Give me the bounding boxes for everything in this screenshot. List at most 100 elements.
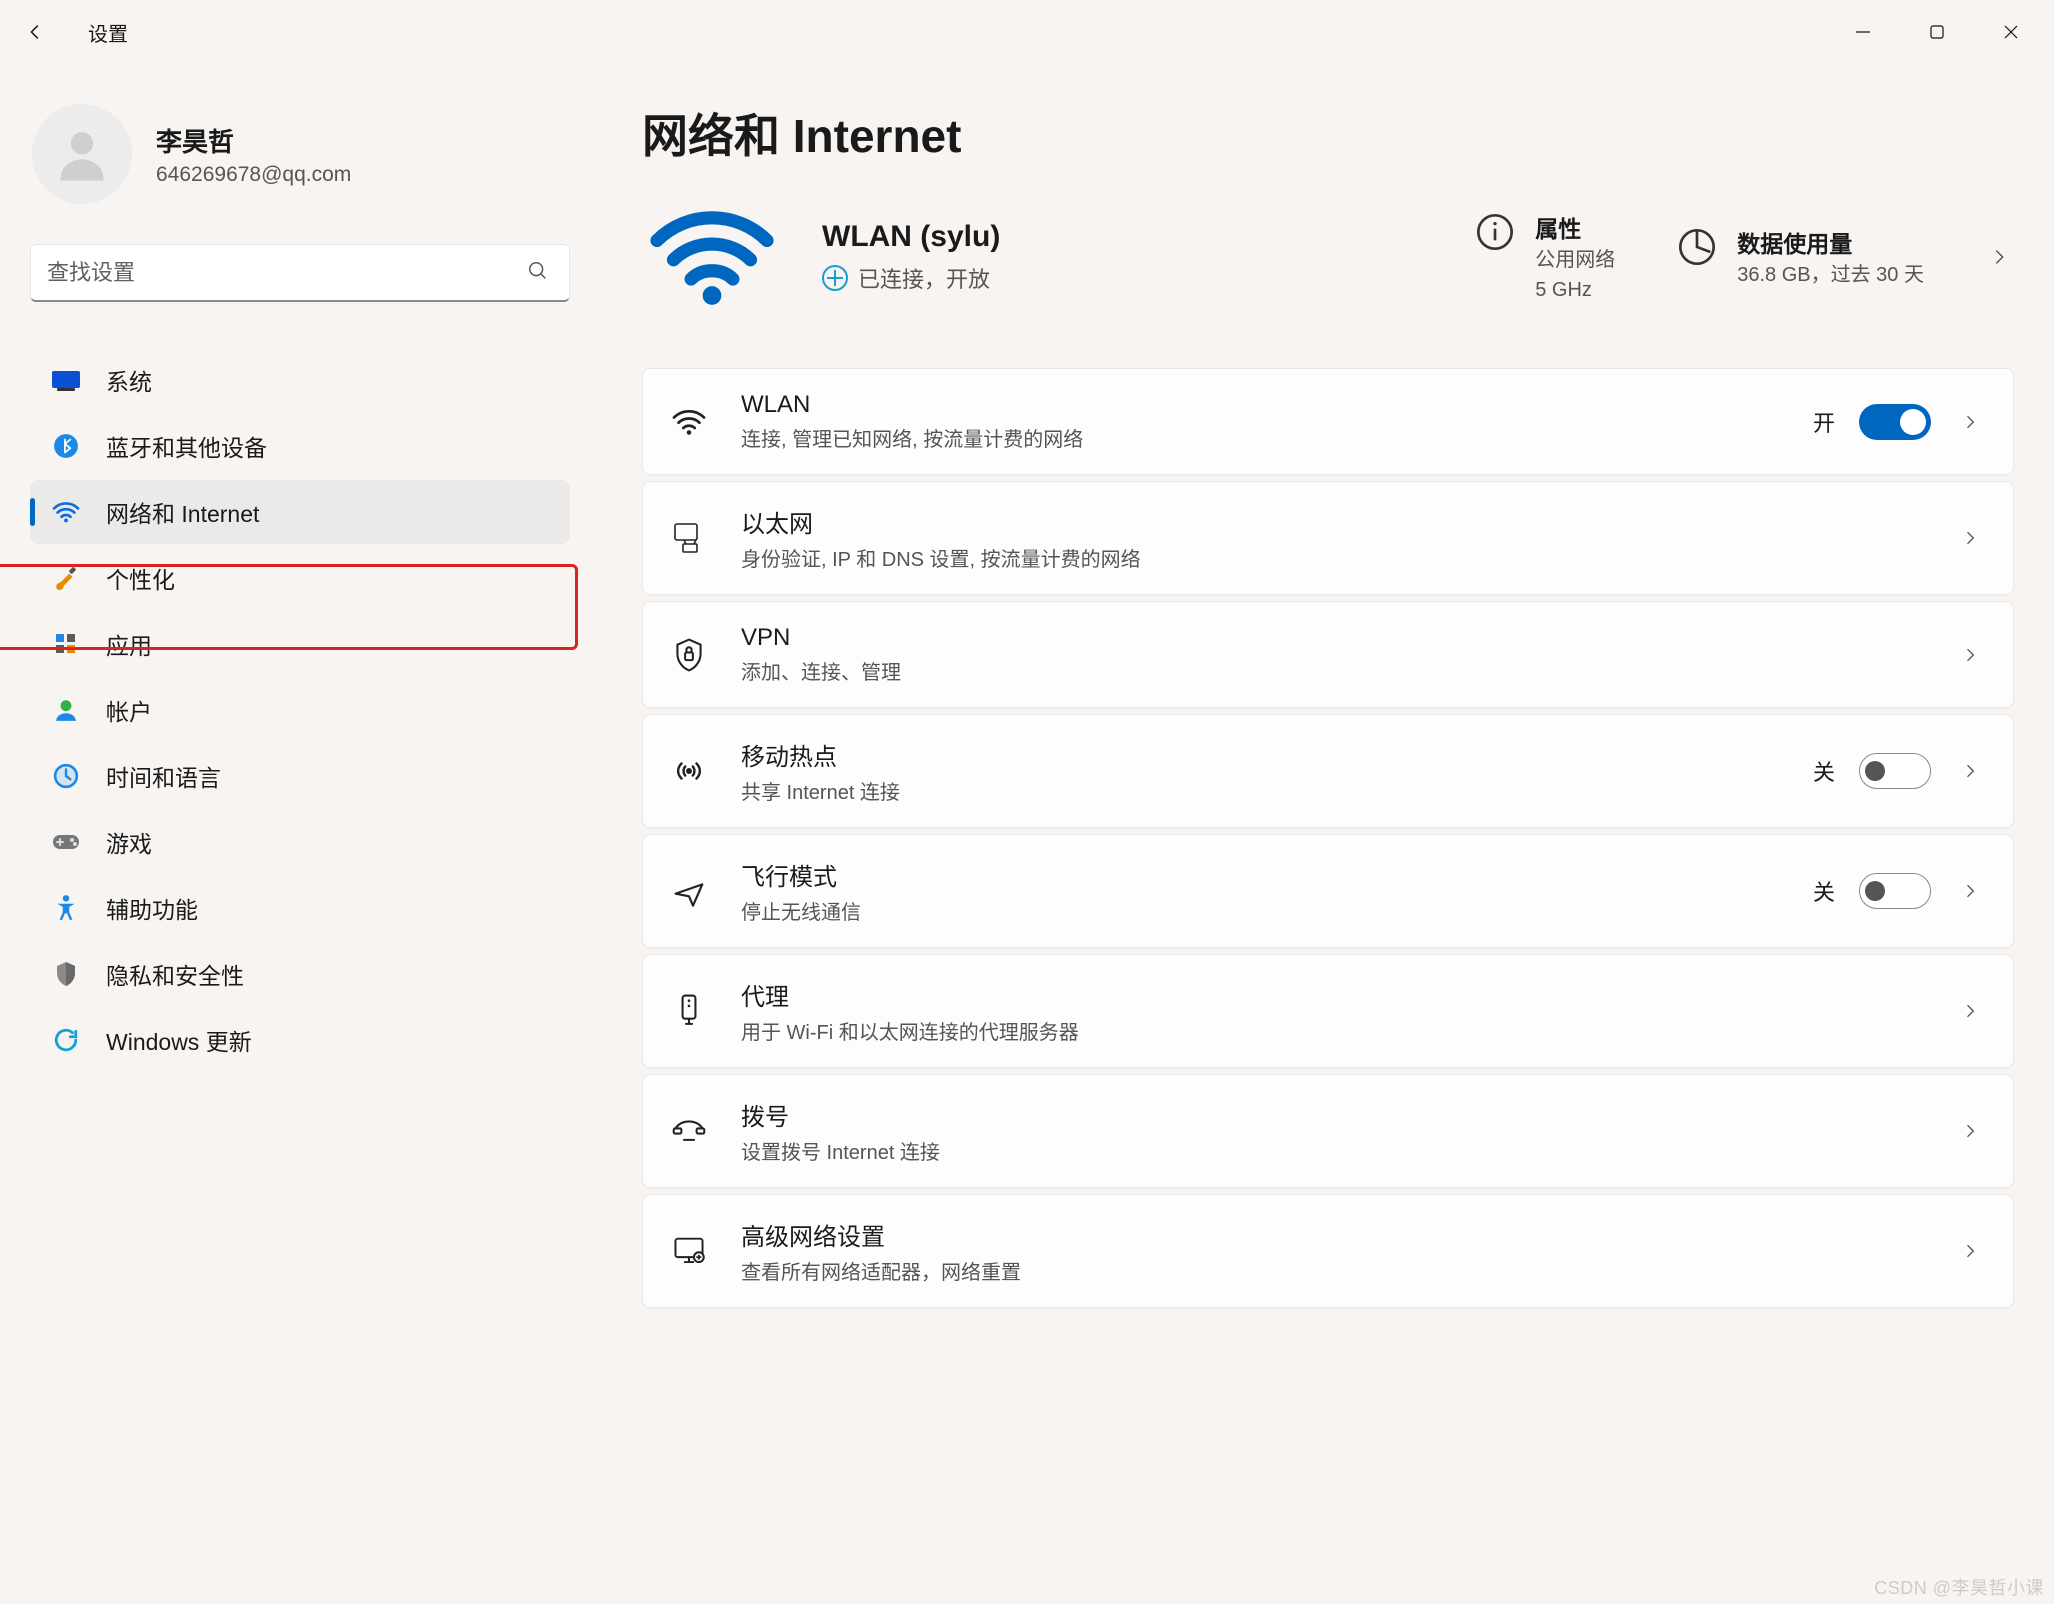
card-title: 飞行模式	[741, 857, 861, 892]
card-sub: 用于 Wi-Fi 和以太网连接的代理服务器	[741, 1016, 1079, 1045]
toggle-label: 关	[1813, 755, 1835, 787]
card-advanced-network[interactable]: 高级网络设置 查看所有网络适配器，网络重置	[642, 1194, 2014, 1308]
sidebar-item-system[interactable]: 系统	[30, 348, 570, 412]
search-field[interactable]	[47, 260, 527, 286]
card-airplane[interactable]: 飞行模式 停止无线通信 关	[642, 834, 2014, 948]
sidebar-item-label: 系统	[106, 363, 152, 397]
system-icon	[50, 364, 82, 396]
airplane-toggle[interactable]	[1859, 873, 1931, 909]
sidebar-item-update[interactable]: Windows 更新	[30, 1008, 570, 1072]
card-title: WLAN	[741, 391, 1083, 419]
network-properties[interactable]: 属性 公用网络 5 GHz	[1473, 210, 1615, 304]
sidebar-item-label: Windows 更新	[106, 1023, 252, 1057]
close-button[interactable]	[1974, 8, 2048, 56]
card-sub: 连接, 管理已知网络, 按流量计费的网络	[741, 423, 1083, 452]
properties-sub2: 5 GHz	[1535, 276, 1615, 304]
privacy-icon	[50, 958, 82, 990]
proxy-icon	[665, 987, 713, 1035]
sidebar-item-label: 个性化	[106, 561, 175, 595]
chevron-right-icon	[1955, 996, 1985, 1026]
sidebar-item-gaming[interactable]: 游戏	[30, 810, 570, 874]
card-sub: 停止无线通信	[741, 896, 861, 925]
vpn-icon	[665, 631, 713, 679]
update-icon	[50, 1024, 82, 1056]
accounts-icon	[50, 694, 82, 726]
wlan-toggle[interactable]	[1859, 404, 1931, 440]
card-wlan[interactable]: WLAN 连接, 管理已知网络, 按流量计费的网络 开	[642, 368, 2014, 475]
sidebar-item-network[interactable]: 网络和 Internet	[30, 480, 570, 544]
card-sub: 身份验证, IP 和 DNS 设置, 按流量计费的网络	[741, 543, 1141, 572]
card-ethernet[interactable]: 以太网 身份验证, IP 和 DNS 设置, 按流量计费的网络	[642, 481, 2014, 595]
card-sub: 设置拨号 Internet 连接	[741, 1136, 940, 1165]
chevron-right-icon	[1955, 1236, 1985, 1266]
data-usage-icon	[1675, 225, 1719, 269]
card-sub: 查看所有网络适配器，网络重置	[741, 1256, 1021, 1285]
maximize-button[interactable]	[1900, 8, 1974, 56]
wifi-big-icon	[642, 202, 782, 312]
airplane-icon	[665, 867, 713, 915]
gaming-icon	[50, 826, 82, 858]
chevron-right-icon	[1955, 640, 1985, 670]
card-title: 移动热点	[741, 737, 900, 772]
sidebar-item-label: 网络和 Internet	[106, 495, 259, 529]
data-usage-label: 数据使用量	[1737, 225, 1924, 259]
hotspot-icon	[665, 747, 713, 795]
data-usage[interactable]: 数据使用量 36.8 GB，过去 30 天	[1675, 225, 1924, 289]
wifi-status: 已连接，开放	[858, 262, 990, 294]
accessibility-icon	[50, 892, 82, 924]
sidebar-item-accessibility[interactable]: 辅助功能	[30, 876, 570, 940]
chevron-right-icon	[1955, 756, 1985, 786]
card-hotspot[interactable]: 移动热点 共享 Internet 连接 关	[642, 714, 2014, 828]
avatar	[32, 104, 132, 204]
minimize-button[interactable]	[1826, 8, 1900, 56]
sidebar-item-personalization[interactable]: 个性化	[30, 546, 570, 610]
sidebar-item-label: 应用	[106, 627, 152, 661]
card-title: 高级网络设置	[741, 1217, 1021, 1252]
user-email: 646269678@qq.com	[156, 163, 351, 187]
toggle-label: 开	[1813, 406, 1835, 438]
hotspot-toggle[interactable]	[1859, 753, 1931, 789]
sidebar-item-privacy[interactable]: 隐私和安全性	[30, 942, 570, 1006]
card-title: 代理	[741, 977, 1079, 1012]
properties-label: 属性	[1535, 210, 1615, 244]
sidebar-item-bluetooth[interactable]: 蓝牙和其他设备	[30, 414, 570, 478]
search-icon	[527, 260, 553, 286]
sidebar-item-label: 隐私和安全性	[106, 957, 244, 991]
advanced-network-icon	[665, 1227, 713, 1275]
watermark: CSDN @李昊哲小课	[1874, 1574, 2044, 1600]
globe-icon	[822, 265, 848, 291]
card-proxy[interactable]: 代理 用于 Wi-Fi 和以太网连接的代理服务器	[642, 954, 2014, 1068]
card-vpn[interactable]: VPN 添加、连接、管理	[642, 601, 2014, 708]
sidebar-item-label: 时间和语言	[106, 759, 221, 793]
sidebar-item-label: 游戏	[106, 825, 152, 859]
toggle-label: 关	[1813, 875, 1835, 907]
chevron-right-icon	[1955, 1116, 1985, 1146]
wifi-icon	[665, 398, 713, 446]
wifi-ssid: WLAN (sylu)	[822, 220, 1000, 254]
sidebar-item-label: 辅助功能	[106, 891, 198, 925]
chevron-right-icon	[1955, 407, 1985, 437]
sidebar-item-accounts[interactable]: 帐户	[30, 678, 570, 742]
user-profile[interactable]: 李昊哲 646269678@qq.com	[30, 104, 590, 204]
chevron-right-icon	[1955, 523, 1985, 553]
time-language-icon	[50, 760, 82, 792]
wifi-icon	[50, 496, 82, 528]
dialup-icon	[665, 1107, 713, 1155]
card-title: 拨号	[741, 1097, 940, 1132]
apps-icon	[50, 628, 82, 660]
sidebar-item-label: 帐户	[106, 693, 152, 727]
card-title: 以太网	[741, 504, 1141, 539]
sidebar-item-apps[interactable]: 应用	[30, 612, 570, 676]
back-button[interactable]	[20, 16, 52, 48]
hero-chevron-right-icon[interactable]	[1984, 242, 2014, 272]
ethernet-icon	[665, 514, 713, 562]
card-sub: 共享 Internet 连接	[741, 776, 900, 805]
personalization-icon	[50, 562, 82, 594]
card-dialup[interactable]: 拨号 设置拨号 Internet 连接	[642, 1074, 2014, 1188]
chevron-right-icon	[1955, 876, 1985, 906]
sidebar-item-time-language[interactable]: 时间和语言	[30, 744, 570, 808]
card-title: VPN	[741, 624, 901, 652]
search-input[interactable]	[30, 244, 570, 302]
app-title: 设置	[88, 18, 128, 47]
info-icon	[1473, 210, 1517, 254]
